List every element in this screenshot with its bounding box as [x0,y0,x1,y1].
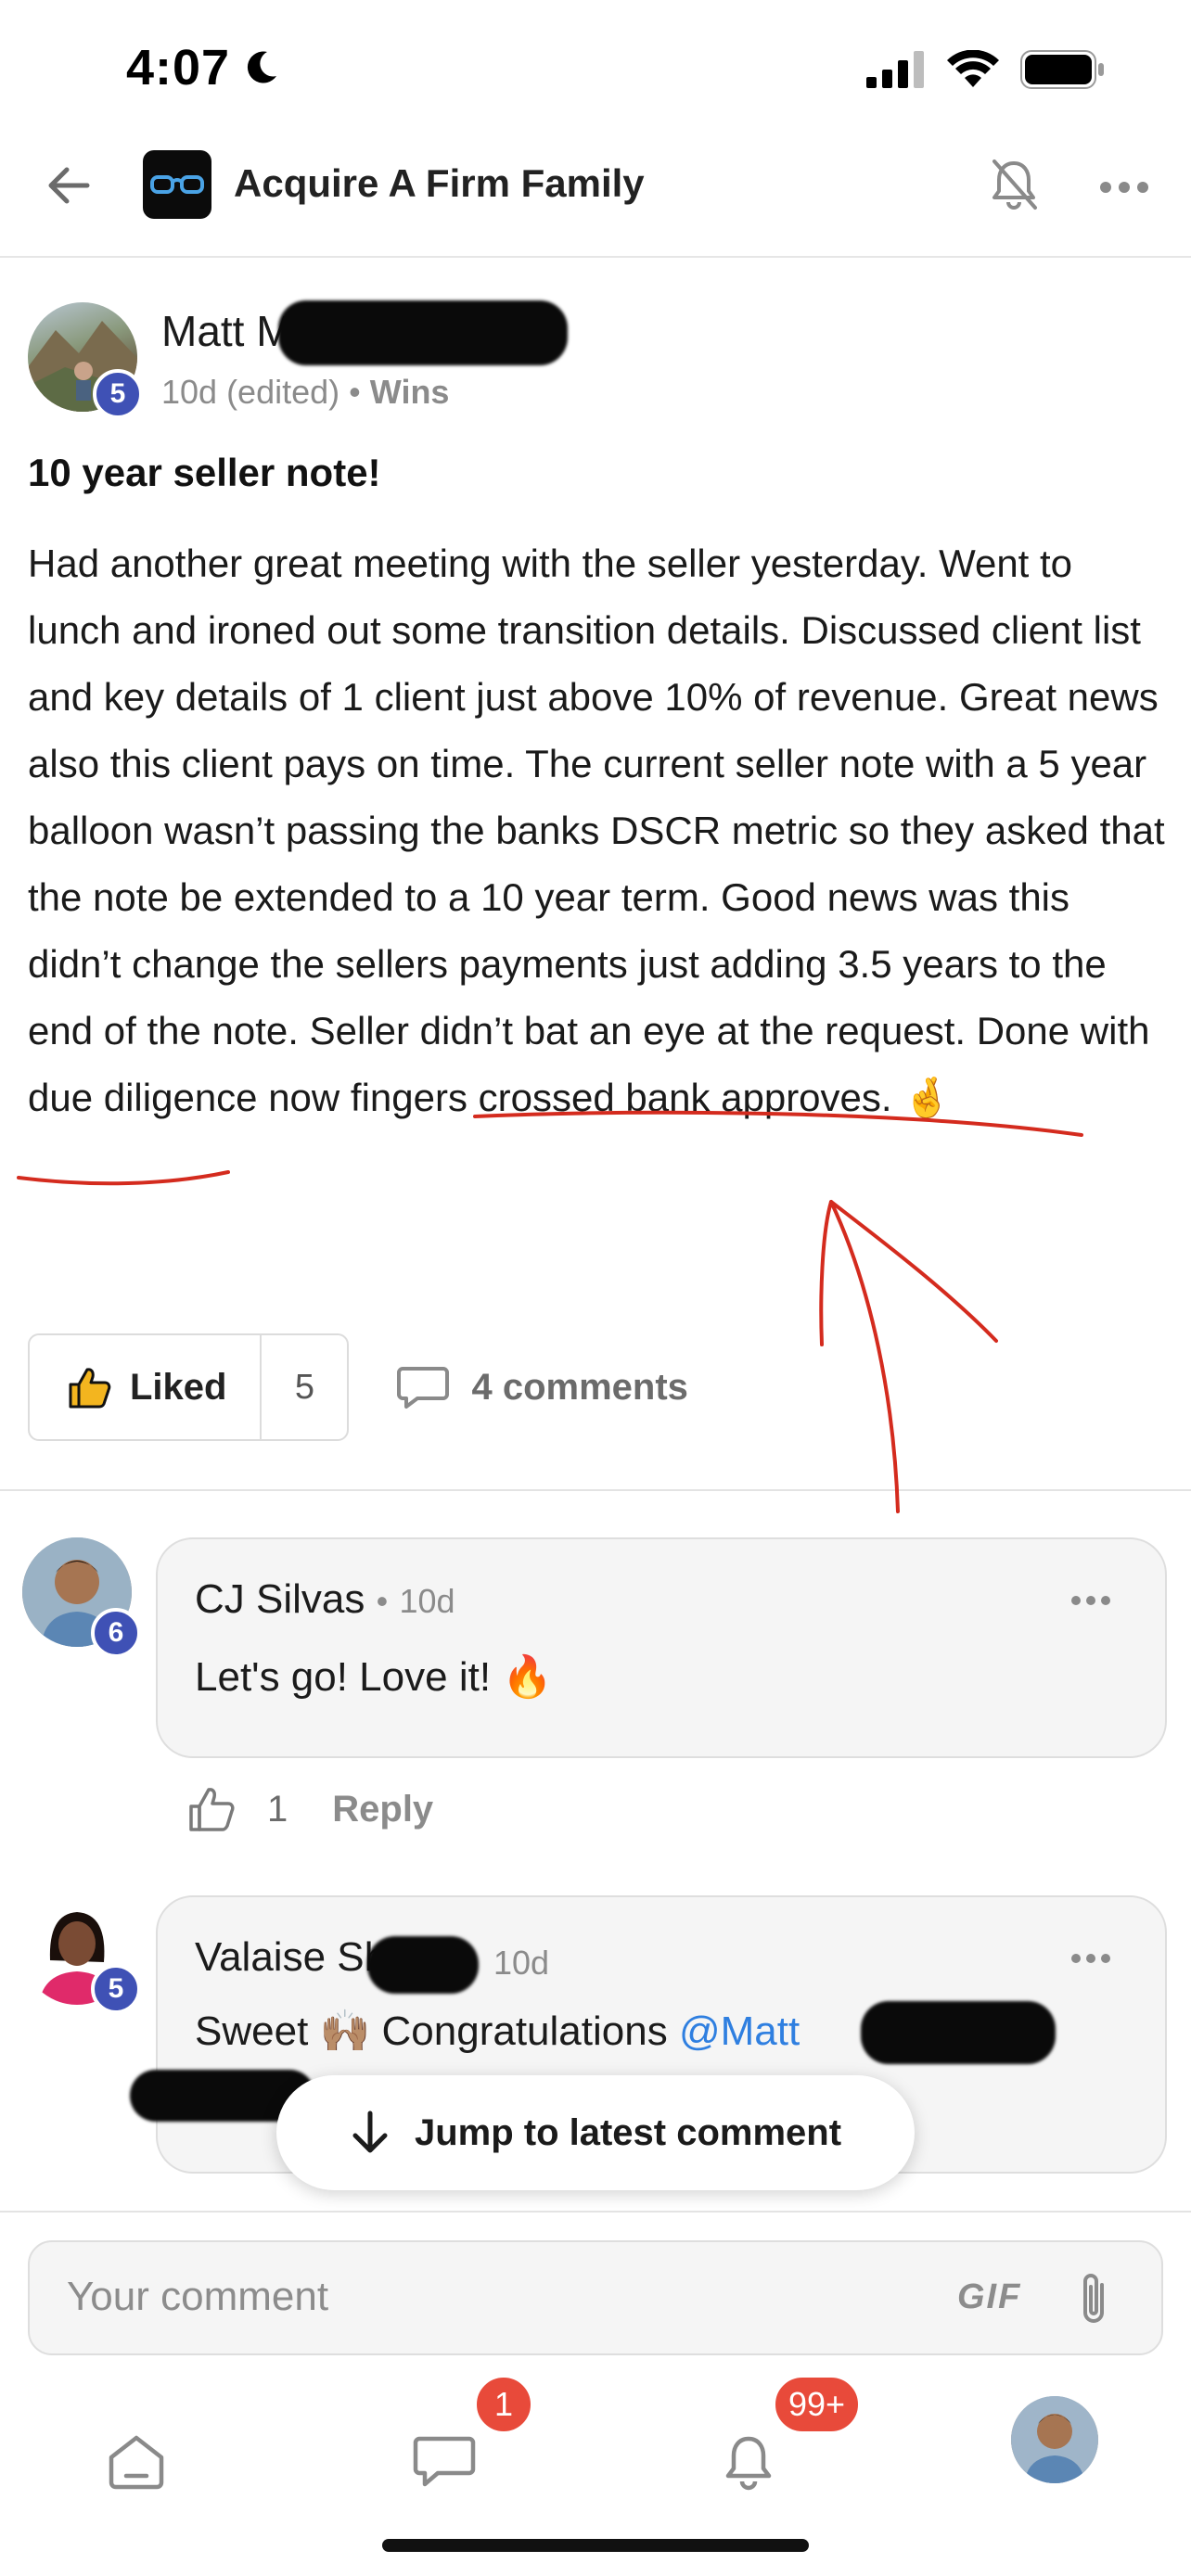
paperclip-icon[interactable] [1074,2268,1115,2329]
post-body: Had another great meeting with the selle… [28,530,1169,1131]
like-count[interactable]: 5 [262,1368,347,1408]
battery-icon [1020,50,1104,89]
bell-icon [725,2436,772,2491]
annotation-arrow-head [819,1200,998,1346]
tab-home[interactable] [95,2420,178,2504]
comment-bubble-icon [397,1367,450,1409]
app-header: Acquire A Firm Family [0,139,1191,258]
home-icon [109,2435,164,2490]
post-meta: 10d (edited) • Wins [161,373,449,412]
wifi-icon [947,50,999,87]
profile-avatar[interactable] [1011,2396,1098,2483]
annotation-arrow [829,1200,900,1513]
thumbs-up-icon [69,1368,111,1409]
back-arrow-icon[interactable] [43,159,95,211]
moon-icon [247,51,276,83]
redaction-mark [367,1936,479,1994]
group-logo[interactable] [143,150,211,219]
redaction-mark [861,2001,1056,2064]
comment-author-name[interactable]: CJ Silvas [195,1576,365,1622]
post-body-highlight: Seller didn’t bat an eye at the request. [309,1009,967,1052]
author-level-badge: 5 [93,369,143,419]
notifications-badge: 99+ [772,2374,863,2435]
section-divider [0,1489,1191,1491]
avatar-photo [1011,2396,1098,2483]
post-title: 10 year seller note! [28,451,381,494]
tab-notifications[interactable] [707,2420,790,2504]
jump-label: Jump to latest comment [414,2111,842,2153]
like-label: Liked [130,1366,227,1408]
redaction-mark [278,300,568,365]
comment-bubble: CJ Silvas • 10d Let's go! Love it! 🔥 [156,1537,1167,1758]
comment-text: Sweet 🙌🏽 Congratulations @Matt [195,2007,800,2055]
comment-like-count: 1 [267,1788,288,1830]
comment-text: Let's go! Love it! 🔥 [195,1654,554,1700]
ellipsis-icon[interactable] [1096,169,1152,206]
comment-author: Valaise Sh [195,1934,387,1981]
post-time: 10d (edited) [161,373,340,411]
tab-chat[interactable] [403,2420,486,2504]
comment-author: CJ Silvas • 10d [195,1576,455,1623]
post-category[interactable]: Wins [370,373,450,411]
home-indicator [382,2539,809,2552]
ellipsis-icon[interactable] [1069,1949,1113,1968]
reply-button[interactable]: Reply [332,1789,433,1830]
thumbs-up-outline-icon[interactable] [187,1786,236,1832]
cellular-signal-icon [866,51,924,88]
mention-link[interactable]: @Matt [679,2009,800,2054]
status-time: 4:07 [126,40,231,96]
jump-to-latest-button[interactable]: Jump to latest comment [276,2075,915,2190]
like-button[interactable]: Liked 5 [28,1333,350,1441]
chat-icon [413,2436,476,2487]
comment-time: 10d [493,1944,550,1982]
post-actions: Liked 5 4 comments [28,1333,688,1441]
comment-input[interactable]: Your comment GIF [28,2240,1163,2355]
composer-area: Your comment GIF [0,2211,1191,2355]
glasses-logo-icon [150,175,204,194]
comments-button[interactable]: 4 comments [397,1365,688,1409]
like-main[interactable]: Liked [30,1335,263,1439]
comment-level-badge: 5 [91,1964,141,2014]
comment-separator: • [376,1582,389,1620]
gif-button[interactable]: GIF [957,2277,1021,2317]
comment-placeholder: Your comment [67,2274,329,2319]
comment-time: 10d [399,1582,455,1620]
comments-label: 4 comments [471,1366,688,1408]
bell-muted-icon[interactable] [985,156,1043,213]
comment-text-prefix: Sweet 🙌🏽 Congratulations [195,2009,679,2054]
annotation-underline [17,1170,230,1186]
chat-badge: 1 [473,2374,534,2435]
arrow-down-icon [352,2111,388,2153]
post-body-text: Had another great meeting with the selle… [28,542,1165,1052]
status-icons [866,50,1106,89]
ellipsis-icon[interactable] [1069,1591,1113,1610]
comment-actions: 1 Reply [187,1786,433,1832]
status-bar: 4:07 [0,0,1191,139]
meta-separator: • [349,373,361,411]
group-title[interactable]: Acquire A Firm Family [234,161,645,206]
comment-author-name[interactable]: Valaise Sh [195,1934,387,1980]
comment-level-badge: 6 [91,1608,141,1658]
